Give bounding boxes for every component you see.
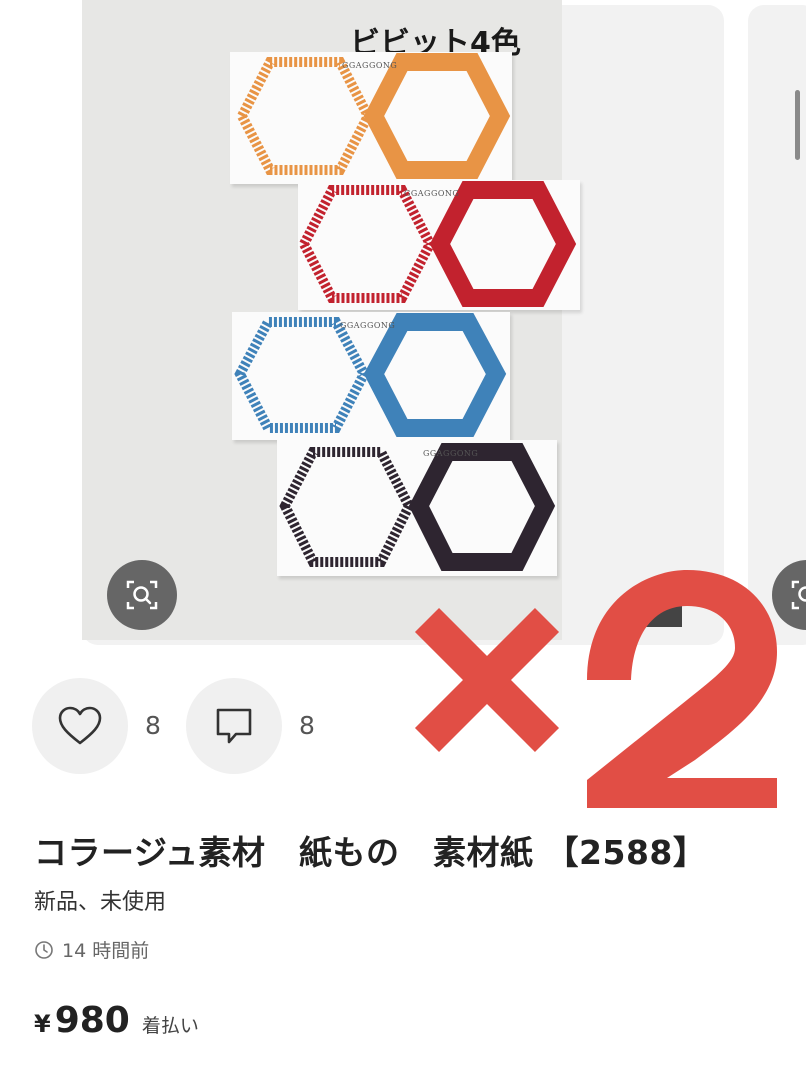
scrollbar[interactable] bbox=[795, 90, 800, 160]
image-carousel[interactable]: ビビット4色 GGAGGONG GGAGGONG GGAGGONG GGAGGO… bbox=[0, 0, 806, 650]
posted-time-text: 14 時間前 bbox=[62, 940, 150, 962]
like-button[interactable] bbox=[32, 678, 128, 774]
item-title: コラージュ素材 紙もの 素材紙 【2588】 bbox=[34, 833, 707, 872]
zoom-search-icon bbox=[126, 580, 158, 610]
comment-count: 8 bbox=[299, 711, 315, 740]
card-brand-text: GGAGGONG bbox=[404, 189, 460, 198]
card-brand-text: GGAGGONG bbox=[423, 449, 479, 458]
like-count: 8 bbox=[145, 711, 161, 740]
product-card-orange: GGAGGONG bbox=[230, 52, 512, 184]
quantity-overlay bbox=[414, 570, 777, 808]
zoom-button[interactable] bbox=[107, 560, 177, 630]
product-card-blue: GGAGGONG bbox=[232, 312, 510, 440]
clock-icon bbox=[35, 940, 53, 959]
posted-time: 14 時間前 bbox=[34, 936, 149, 963]
product-card-red: GGAGGONG bbox=[298, 180, 580, 310]
card-brand-text: GGAGGONG bbox=[340, 321, 396, 330]
item-condition: 新品、未使用 bbox=[34, 890, 167, 915]
comment-icon bbox=[216, 708, 252, 744]
card-brand-text: GGAGGONG bbox=[342, 61, 398, 70]
heart-icon bbox=[58, 706, 102, 745]
product-photo: ビビット4色 GGAGGONG GGAGGONG GGAGGONG GGAGGO… bbox=[82, 0, 580, 640]
comment-button[interactable] bbox=[186, 678, 282, 774]
price-currency: ¥ bbox=[34, 1010, 51, 1038]
price-value: 980 bbox=[54, 1000, 130, 1041]
shipping-label: 着払い bbox=[141, 1015, 199, 1037]
price-row: ¥ 980 着払い bbox=[34, 1000, 199, 1041]
product-card-dark: GGAGGONG bbox=[277, 440, 557, 576]
